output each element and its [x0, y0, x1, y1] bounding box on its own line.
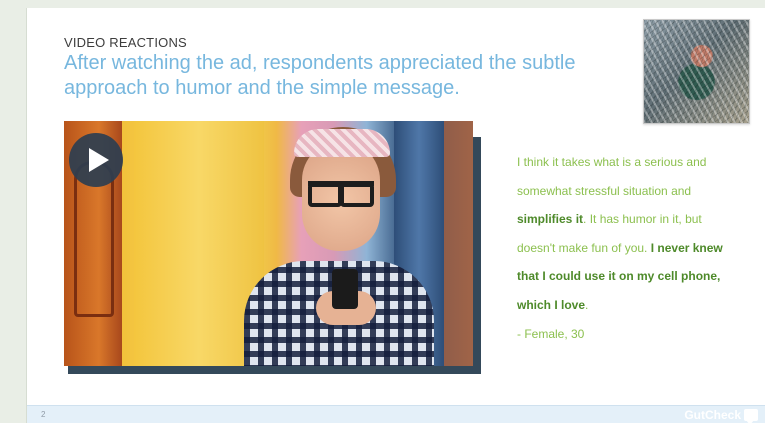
- video-player[interactable]: [64, 121, 473, 366]
- section-label: VIDEO REACTIONS: [64, 35, 187, 50]
- quote-text: I think it takes what is a serious and s…: [517, 155, 723, 312]
- brand-name: GutCheck: [684, 408, 741, 422]
- play-button[interactable]: [69, 133, 123, 187]
- respondent-quote: I think it takes what is a serious and s…: [517, 148, 732, 348]
- play-icon: [89, 148, 109, 172]
- video-scene-glasses: [308, 181, 374, 207]
- quote-attribution: - Female, 30: [517, 326, 585, 341]
- quote-segment: .: [585, 297, 589, 312]
- slide-headline: After watching the ad, respondents appre…: [64, 52, 576, 99]
- brand-logo: GutCheck: [684, 408, 758, 423]
- video-scene-phone: [332, 269, 358, 309]
- thumbnail-texture: [644, 20, 749, 123]
- page-number: 2: [41, 410, 46, 419]
- speech-bubble-icon: [744, 409, 758, 423]
- respondent-thumbnail: [643, 19, 750, 124]
- slide-footer: 2 GutCheck: [27, 405, 765, 423]
- quote-segment: I think it takes what is a serious and s…: [517, 155, 707, 198]
- video-scene-scarf: [294, 129, 390, 157]
- slide: VIDEO REACTIONS After watching the ad, r…: [26, 8, 765, 423]
- quote-emphasis: simplifies it: [517, 212, 584, 227]
